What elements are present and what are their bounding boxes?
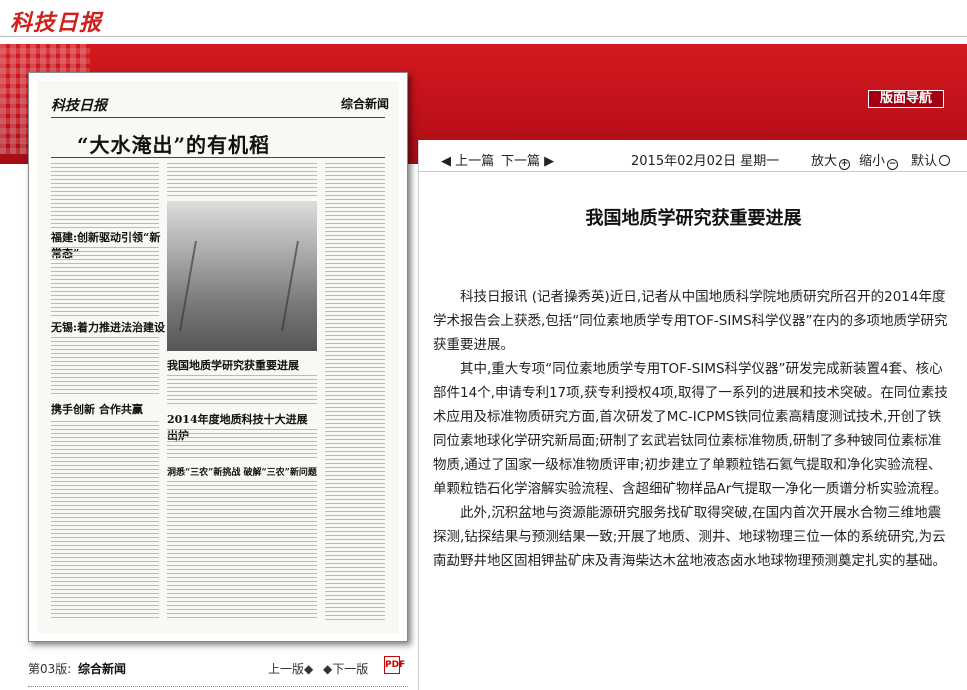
article-link[interactable]: 洞悉“三农”新挑战 破解“三农”新问题 bbox=[167, 465, 317, 478]
article-panel: ◀ 上一篇 下一篇 ▶ 2015年02月02日 星期一 放大 + 缩小 − 默认 我… bbox=[418, 140, 967, 690]
pdf-icon[interactable]: PDF bbox=[384, 656, 405, 674]
newspaper-section-tag: 综合新闻 bbox=[340, 97, 389, 111]
newspaper-headline[interactable]: “大水淹出”的有机稻 bbox=[77, 129, 270, 158]
article-paragraph: 此外,沉积盆地与资源能源研究服务找矿取得突破,在国内首次开展水合物三维地震探测,… bbox=[433, 505, 946, 569]
minus-icon: − bbox=[887, 159, 899, 170]
top-bar: 科技日报 bbox=[0, 0, 967, 40]
page-footer: 第03版: 综合新闻 上一版◆ ◆下一版 PDF bbox=[28, 656, 408, 680]
zoom-out-label: 缩小 bbox=[859, 154, 886, 169]
article-link[interactable]: 无锡:着力推进法治建设 bbox=[51, 319, 171, 335]
page-number-label: 第03版: bbox=[28, 662, 72, 676]
footer-divider bbox=[28, 686, 408, 687]
circle-icon bbox=[939, 155, 951, 166]
layout-nav-button[interactable]: 版面导航 bbox=[868, 90, 944, 108]
newspaper-page-thumbnail[interactable]: 科技日报 综合新闻 “大水淹出”的有机稻 福建:创新驱动引领“新常态” 无锡:着… bbox=[28, 72, 408, 642]
next-article-link[interactable]: 下一篇 ▶ bbox=[501, 150, 554, 169]
newspaper-page: 科技日报 综合新闻 “大水淹出”的有机稻 福建:创新驱动引领“新常态” 无锡:着… bbox=[37, 81, 399, 633]
text-column bbox=[167, 481, 317, 621]
article-paragraph: 其中,重大专项“同位素地质学专用TOF-SIMS科学仪器”研发完成新装置4套、核… bbox=[433, 361, 948, 497]
issue-date: 2015年02月02日 星期一 bbox=[631, 154, 780, 169]
zoom-default-label: 默认 bbox=[911, 154, 938, 169]
text-column bbox=[325, 163, 385, 621]
text-column bbox=[167, 163, 317, 197]
text-column bbox=[167, 429, 317, 459]
zoom-in-button[interactable]: 放大 + bbox=[811, 150, 851, 170]
article-link[interactable]: 我国地质学研究获重要进展 bbox=[167, 357, 317, 373]
text-column bbox=[167, 375, 317, 405]
newspaper-masthead: 科技日报 bbox=[51, 98, 107, 114]
site-logo[interactable]: 科技日报 bbox=[10, 5, 102, 37]
text-column bbox=[51, 163, 159, 233]
text-column bbox=[51, 337, 159, 397]
article-paragraph: 科技日报讯 (记者操秀英)近日,记者从中国地质科学院地质研究所召开的2014年度… bbox=[433, 289, 948, 353]
zoom-default-button[interactable]: 默认 bbox=[911, 150, 951, 169]
masthead-rule bbox=[51, 117, 385, 118]
plus-icon: + bbox=[839, 159, 851, 170]
prev-page-link[interactable]: 上一版◆ bbox=[268, 660, 313, 677]
article-link[interactable]: 携手创新 合作共赢 bbox=[51, 401, 171, 417]
article-body: 科技日报讯 (记者操秀英)近日,记者从中国地质科学院地质研究所召开的2014年度… bbox=[433, 285, 953, 573]
article-title: 我国地质学研究获重要进展 bbox=[585, 208, 802, 229]
newspaper-photo bbox=[167, 201, 317, 351]
text-column bbox=[51, 421, 159, 621]
headline-rule bbox=[51, 157, 385, 158]
next-page-link[interactable]: ◆下一版 bbox=[323, 660, 368, 677]
text-column bbox=[51, 247, 159, 317]
article-toolbar: ◀ 上一篇 下一篇 ▶ 2015年02月02日 星期一 放大 + 缩小 − 默认 bbox=[419, 140, 967, 172]
page-section-name: 综合新闻 bbox=[78, 662, 127, 676]
zoom-in-label: 放大 bbox=[811, 154, 838, 169]
prev-article-link[interactable]: ◀ 上一篇 bbox=[441, 150, 494, 169]
top-divider bbox=[0, 36, 967, 37]
zoom-out-button[interactable]: 缩小 − bbox=[859, 150, 899, 170]
